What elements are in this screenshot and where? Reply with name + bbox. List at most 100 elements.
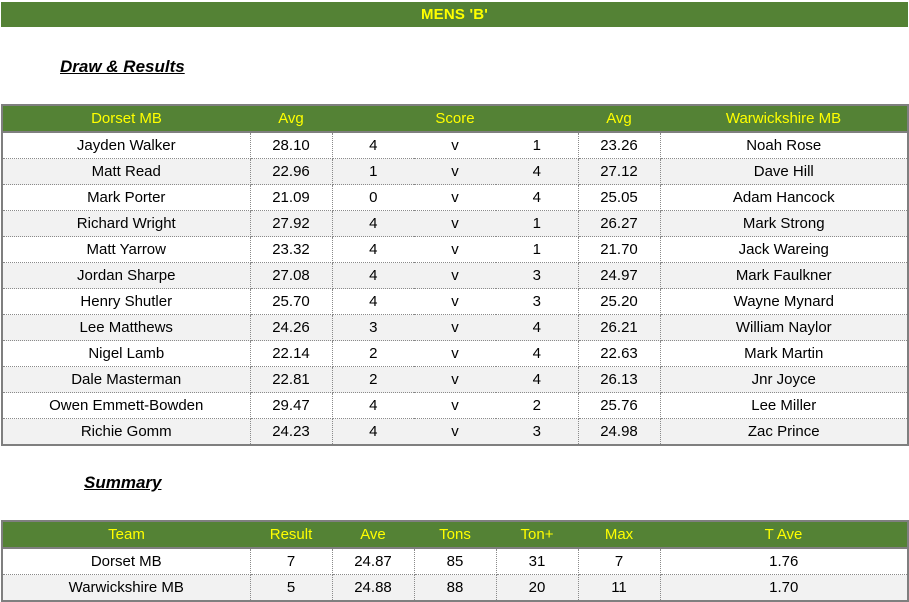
home-avg-cell: 22.81 [250,366,333,393]
away-avg-cell: 26.27 [578,210,661,237]
home-avg-cell: 23.32 [250,236,333,263]
result-header: Result [250,521,332,549]
away-player-cell: Zac Prince [660,418,908,445]
summary-heading: Summary [84,473,162,492]
versus-cell: v [414,392,496,419]
versus-cell: v [414,288,496,315]
home-avg-cell: 24.26 [250,314,333,341]
home-player-cell: Lee Matthews [2,314,251,341]
away-avg-cell: 26.13 [578,366,661,393]
max-header: Max [578,521,660,549]
match-row: Jordan Sharpe 27.08 4 v 3 24.97 Mark Faulkner [2,262,908,289]
draw-results-heading: Draw & Results [60,57,185,76]
ave-header: Ave [332,521,414,549]
home-avg-cell: 27.92 [250,210,333,237]
away-score-cell: 3 [496,262,579,289]
away-player-cell: Noah Rose [660,132,908,159]
home-score-cell: 4 [332,262,414,289]
score-header: Score [332,105,578,133]
home-player-cell: Owen Emmett-Bowden [2,392,251,419]
home-player-cell: Jordan Sharpe [2,262,251,289]
home-avg-cell: 22.96 [250,158,333,185]
max-cell: 11 [578,574,661,601]
team-header: Team [2,521,250,549]
home-player-cell: Henry Shutler [2,288,251,315]
home-score-cell: 3 [332,314,414,341]
home-avg-header: Avg [250,105,332,133]
home-avg-cell: 25.70 [250,288,333,315]
summary-row: Warwickshire MB 5 24.88 88 20 11 1.70 [2,574,908,601]
home-avg-cell: 28.10 [250,132,333,159]
ton-plus-header: Ton+ [496,521,578,549]
max-cell: 7 [578,548,661,575]
home-score-cell: 4 [332,418,414,445]
match-row: Matt Read 22.96 1 v 4 27.12 Dave Hill [2,158,908,185]
away-avg-cell: 25.76 [578,392,661,419]
away-score-cell: 4 [496,158,579,185]
away-avg-cell: 26.21 [578,314,661,341]
away-score-cell: 4 [496,314,579,341]
home-score-cell: 2 [332,366,414,393]
away-score-cell: 1 [496,210,579,237]
ave-cell: 24.88 [332,574,415,601]
t-ave-cell: 1.70 [660,574,908,601]
home-score-cell: 4 [332,210,414,237]
away-score-cell: 2 [496,392,579,419]
match-row: Mark Porter 21.09 0 v 4 25.05 Adam Hancock [2,184,908,211]
away-player-cell: Mark Strong [660,210,908,237]
home-player-cell: Richard Wright [2,210,251,237]
away-avg-cell: 23.26 [578,132,661,159]
home-player-cell: Matt Read [2,158,251,185]
sheet-title-banner: MENS 'B' [1,2,908,27]
home-player-cell: Mark Porter [2,184,251,211]
home-player-cell: Dale Masterman [2,366,251,393]
summary-table: Team Result Ave Tons Ton+ Max T Ave Dors… [1,520,909,602]
versus-cell: v [414,314,496,341]
draw-results-table: Dorset MB Avg Score Avg Warwickshire MB … [1,104,909,446]
away-avg-cell: 25.05 [578,184,661,211]
away-score-cell: 4 [496,184,579,211]
match-row: Owen Emmett-Bowden 29.47 4 v 2 25.76 Lee Mille… [2,392,908,419]
home-avg-cell: 27.08 [250,262,333,289]
tons-cell: 85 [414,548,497,575]
home-player-cell: Jayden Walker [2,132,251,159]
match-row: Henry Shutler 25.70 4 v 3 25.20 Wayne Mynard [2,288,908,315]
home-score-cell: 2 [332,340,414,367]
tons-header: Tons [414,521,496,549]
away-avg-cell: 25.20 [578,288,661,315]
home-score-cell: 0 [332,184,414,211]
away-score-cell: 3 [496,418,579,445]
away-score-cell: 4 [496,366,579,393]
summary-header-row: Team Result Ave Tons Ton+ Max T Ave [2,521,908,549]
home-score-cell: 4 [332,288,414,315]
away-avg-cell: 24.97 [578,262,661,289]
home-score-cell: 1 [332,158,414,185]
summary-row: Dorset MB 7 24.87 85 31 7 1.76 [2,548,908,575]
result-cell: 5 [250,574,333,601]
t-ave-cell: 1.76 [660,548,908,575]
team-cell: Warwickshire MB [2,574,251,601]
versus-cell: v [414,132,496,159]
home-avg-cell: 29.47 [250,392,333,419]
match-row: Richie Gomm 24.23 4 v 3 24.98 Zac Prince [2,418,908,445]
away-team-header: Warwickshire MB [660,105,908,133]
match-row: Richard Wright 27.92 4 v 1 26.27 Mark Strong [2,210,908,237]
away-player-cell: Mark Faulkner [660,262,908,289]
versus-cell: v [414,340,496,367]
home-player-cell: Matt Yarrow [2,236,251,263]
ton-plus-cell: 20 [496,574,579,601]
away-avg-cell: 27.12 [578,158,661,185]
match-row: Matt Yarrow 23.32 4 v 1 21.70 Jack Wareing [2,236,908,263]
home-player-cell: Richie Gomm [2,418,251,445]
away-score-cell: 4 [496,340,579,367]
home-avg-cell: 22.14 [250,340,333,367]
away-avg-header: Avg [578,105,660,133]
away-player-cell: Adam Hancock [660,184,908,211]
result-cell: 7 [250,548,333,575]
away-player-cell: Mark Martin [660,340,908,367]
home-score-cell: 4 [332,392,414,419]
home-score-cell: 4 [332,132,414,159]
versus-cell: v [414,158,496,185]
versus-cell: v [414,236,496,263]
home-team-header: Dorset MB [2,105,250,133]
